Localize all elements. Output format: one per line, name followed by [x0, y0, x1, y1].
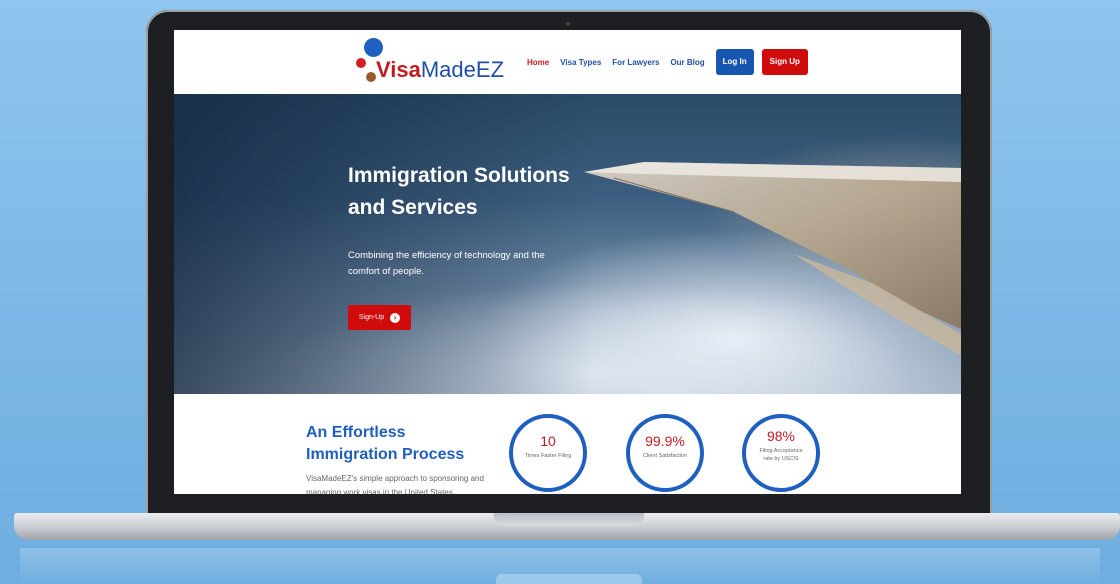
- hero-subtitle: Combining the efficiency of technology a…: [348, 250, 545, 277]
- stat-label: Filing Acceptance rate by USCIS: [759, 448, 803, 462]
- process-title-line2: Immigration Process: [306, 446, 465, 463]
- logo-red-dot: [356, 58, 366, 68]
- brand-name: VisaMadeEZ: [376, 58, 504, 82]
- nav-for-lawyers[interactable]: For Lawyers: [612, 58, 659, 67]
- stat-label: Times Faster Filing: [524, 453, 572, 459]
- camera-icon: [566, 22, 570, 26]
- brand-name-rest: MadeEZ: [420, 57, 505, 82]
- laptop-notch: [494, 513, 644, 526]
- laptop-screen: VisaMadeEZ Home Visa Types For Lawyers O…: [174, 30, 961, 494]
- process-title: An Effortless Immigration Process: [306, 422, 496, 466]
- brand-name-visa: Visa: [376, 57, 421, 82]
- logo-brown-dot: [366, 72, 376, 82]
- nav-our-blog[interactable]: Our Blog: [670, 58, 704, 67]
- stat-value: 99.9%: [645, 433, 685, 449]
- site-header: VisaMadeEZ Home Visa Types For Lawyers O…: [174, 30, 961, 94]
- process-section: An Effortless Immigration Process VisaMa…: [174, 394, 961, 494]
- stat-value: 98%: [766, 428, 796, 444]
- hero-title-line2: and Services: [348, 196, 478, 219]
- logo-blue-dot: [364, 38, 383, 57]
- nav-visa-types[interactable]: Visa Types: [560, 58, 601, 67]
- stat-client-satisfaction: 99.9% Client Satisfaction: [626, 414, 704, 492]
- stat-label: Client Satisfaction: [642, 453, 688, 459]
- stat-acceptance-rate: 98% Filing Acceptance rate by USCIS: [742, 414, 820, 492]
- nav-home[interactable]: Home: [527, 58, 549, 67]
- main-nav: Home Visa Types For Lawyers Our Blog Log…: [527, 49, 808, 75]
- login-button[interactable]: Log In: [715, 49, 754, 75]
- hero-banner: Immigration Solutions and Services Combi…: [174, 94, 961, 394]
- stat-value: 10: [540, 433, 556, 449]
- reflection-notch: [496, 574, 642, 584]
- process-description: VisaMadeEZ's simple approach to sponsori…: [306, 474, 484, 494]
- process-title-line1: An Effortless: [306, 424, 406, 441]
- stat-faster-filing: 10 Times Faster Filing: [509, 414, 587, 492]
- brand-logo[interactable]: VisaMadeEZ: [354, 38, 504, 88]
- hero-signup-button[interactable]: Sign-Up ›: [348, 305, 411, 330]
- hero-title-line1: Immigration Solutions: [348, 164, 570, 187]
- hero-signup-label: Sign-Up: [358, 314, 385, 321]
- hero-title: Immigration Solutions and Services: [348, 160, 648, 224]
- chevron-right-circle-icon: ›: [390, 312, 401, 323]
- signup-button[interactable]: Sign Up: [761, 49, 808, 75]
- hero-overlay: [174, 94, 594, 394]
